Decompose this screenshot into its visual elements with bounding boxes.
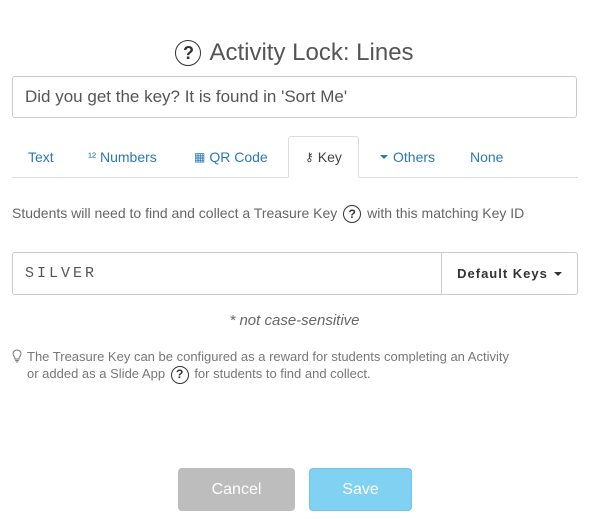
tip-text-2: or added as a Slide App	[27, 366, 166, 381]
tab-others[interactable]: Others	[364, 136, 451, 177]
slide-app-help-icon[interactable]: ?	[170, 365, 189, 384]
key-icon: ⚷	[305, 150, 314, 164]
instruction-text-2: with this matching Key ID	[367, 205, 525, 221]
key-id-input[interactable]: SILVER	[12, 252, 442, 295]
caret-down-icon	[380, 154, 388, 159]
lock-prompt-input[interactable]: Did you get the key? It is found in 'Sor…	[12, 76, 577, 118]
tab-key-label: Key	[317, 149, 342, 165]
tab-numbers[interactable]: ¹² Numbers	[72, 136, 173, 177]
key-id-row: SILVER Default Keys	[12, 252, 578, 295]
tip-line-1: The Treasure Key can be configured as a …	[27, 349, 509, 364]
default-keys-label: Default Keys	[457, 266, 548, 281]
numbers-icon: ¹²	[88, 149, 96, 164]
tab-none-label: None	[470, 148, 504, 165]
dialog-title: Activity Lock: Lines	[209, 39, 414, 66]
lightbulb-icon	[12, 349, 22, 363]
tab-others-label: Others	[393, 148, 436, 165]
default-keys-dropdown[interactable]: Default Keys	[442, 252, 578, 295]
help-icon[interactable]: ?	[175, 40, 202, 66]
tab-key[interactable]: ⚷ Key	[288, 136, 359, 178]
lock-prompt-value: Did you get the key? It is found in 'Sor…	[25, 87, 348, 106]
cancel-button[interactable]: Cancel	[178, 468, 295, 511]
lock-type-tabs: Text ¹² Numbers ▦ QR Code ⚷ Key Others N…	[12, 136, 578, 178]
tab-text[interactable]: Text	[12, 136, 70, 177]
dialog-header: ? Activity Lock: Lines	[0, 36, 589, 70]
tab-none[interactable]: None	[454, 136, 519, 177]
tip-line-2: or added as a Slide App ? for students t…	[12, 365, 572, 384]
qr-code-icon: ▦	[194, 149, 206, 164]
save-button[interactable]: Save	[309, 468, 412, 511]
tip-note: The Treasure Key can be configured as a …	[12, 348, 572, 384]
tip-text-3: for students to find and collect.	[194, 366, 371, 381]
tab-numbers-label: Numbers	[100, 148, 157, 165]
instruction-text-1: Students will need to find and collect a…	[12, 205, 338, 221]
tab-qr-code[interactable]: ▦ QR Code	[178, 136, 284, 177]
tab-qr-code-label: QR Code	[209, 148, 268, 165]
treasure-key-help-icon[interactable]: ?	[343, 205, 362, 224]
case-sensitivity-note: * not case-sensitive	[229, 312, 360, 329]
caret-down-icon	[553, 271, 562, 276]
key-id-value: SILVER	[25, 265, 98, 282]
tab-text-label: Text	[28, 148, 54, 165]
key-instruction: Students will need to find and collect a…	[12, 205, 578, 224]
